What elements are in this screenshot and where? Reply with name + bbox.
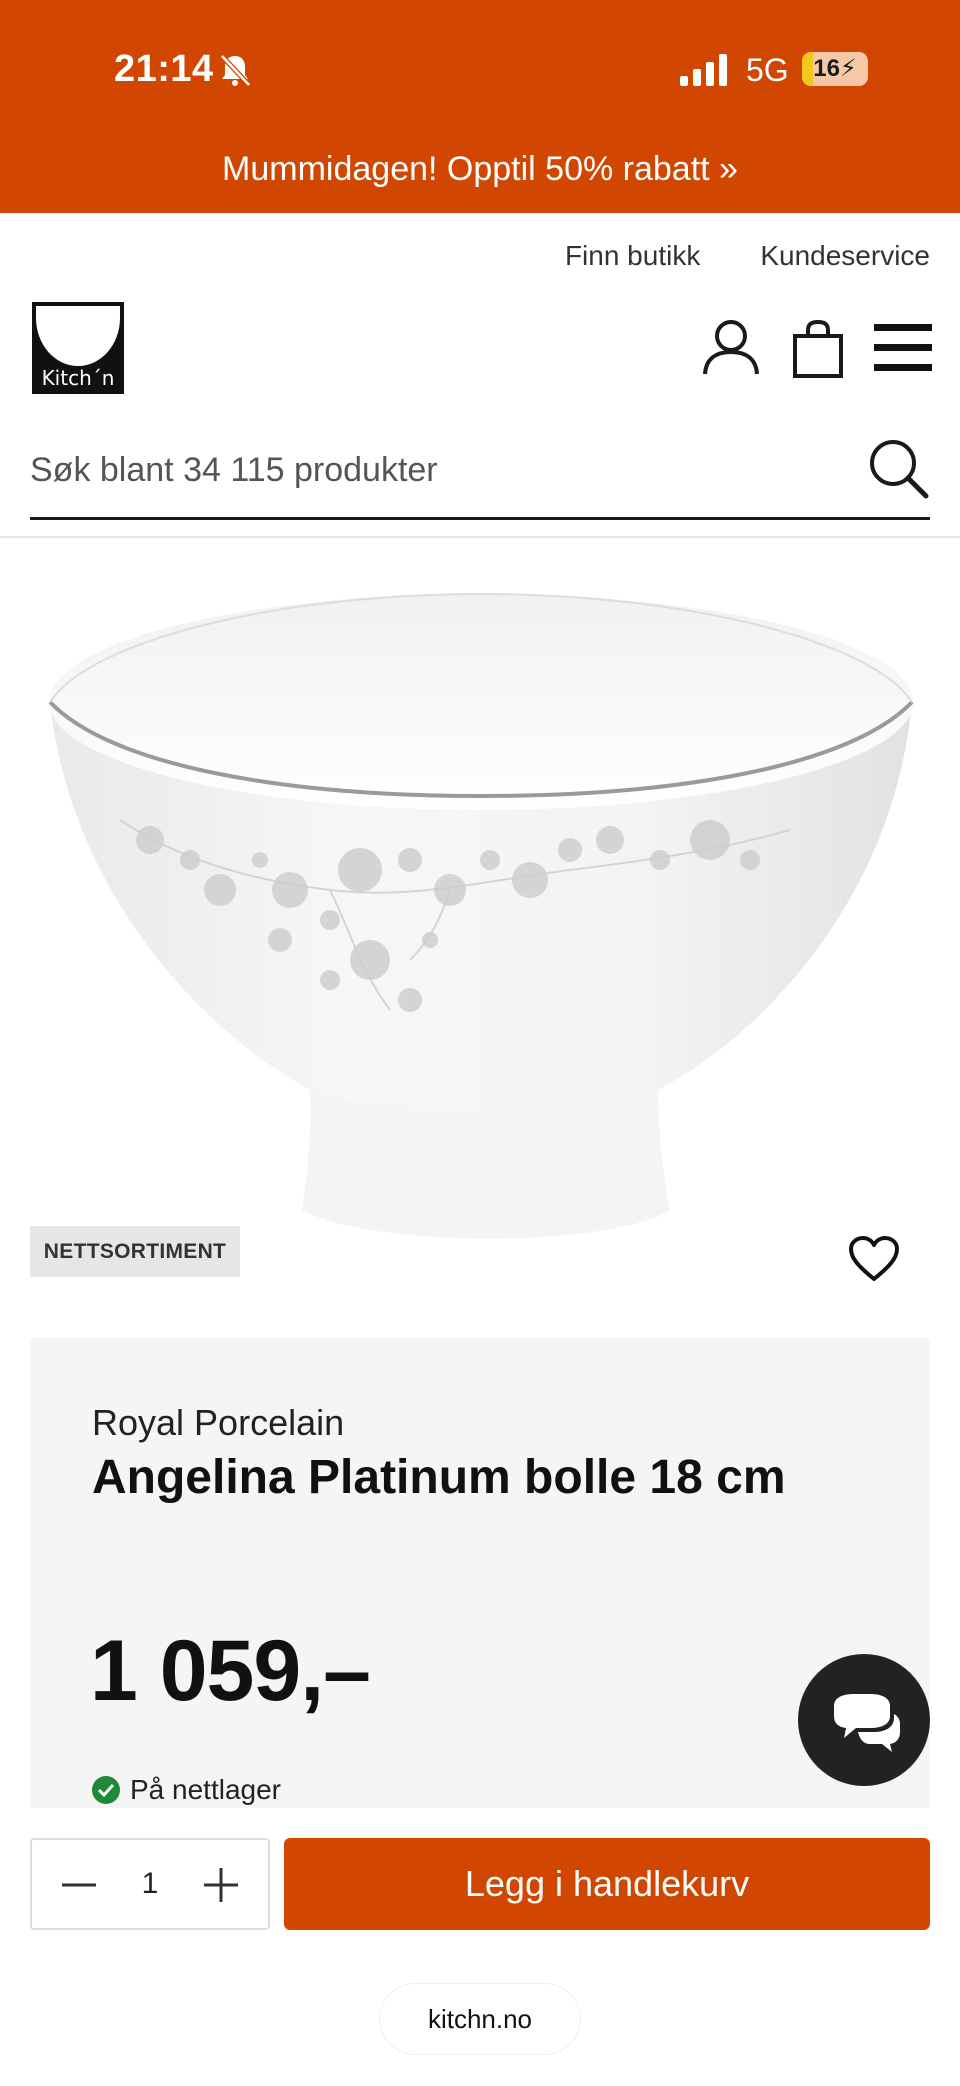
battery-charging-icon: 16⚡ [802, 52, 868, 86]
product-price: 1 059,– [90, 1623, 371, 1719]
status-time: 21:14 [114, 48, 214, 90]
signal-icon [680, 54, 727, 86]
heart-icon[interactable] [848, 1236, 900, 1282]
chat-bubbles-icon [834, 1694, 900, 1752]
quantity-stepper: 1 [30, 1838, 270, 1930]
stock-text: På nettlager [130, 1774, 281, 1805]
product-title: Angelina Platinum bolle 18 cm [92, 1451, 786, 1504]
product-info-panel: Royal Porcelain Angelina Platinum bolle … [30, 1338, 930, 1808]
add-to-cart-button[interactable]: Legg i handlekurv [284, 1838, 930, 1930]
browser-url-pill[interactable]: kitchn.no [380, 1984, 580, 2054]
bolt-icon: ⚡ [839, 55, 857, 82]
top-banner: 21:14 5G 16⚡ Mummidagen! Opptil 50% raba… [0, 0, 960, 213]
search-input[interactable] [30, 430, 850, 510]
chat-button[interactable] [798, 1654, 930, 1786]
logo-text: Kitch´n [41, 366, 115, 390]
search-icon[interactable] [868, 438, 930, 500]
network-type: 5G [746, 52, 789, 88]
plus-icon[interactable] [196, 1860, 246, 1910]
shopping-bag-icon[interactable] [792, 320, 844, 378]
bell-slash-icon [220, 54, 251, 87]
logo-bowl-shape [36, 306, 120, 366]
product-brand[interactable]: Royal Porcelain [92, 1402, 344, 1444]
battery-level: 16 [813, 55, 840, 82]
customer-service-link[interactable]: Kundeservice [760, 240, 930, 272]
check-circle-icon [92, 1776, 120, 1804]
stock-status: På nettlager [92, 1774, 281, 1806]
user-icon[interactable] [702, 318, 760, 376]
kitchn-logo[interactable]: Kitch´n [32, 302, 124, 394]
find-store-link[interactable]: Finn butikk [565, 240, 700, 272]
header-links: Finn butikk Kundeservice [565, 240, 930, 272]
product-badge: NETTSORTIMENT [30, 1226, 240, 1277]
menu-icon[interactable] [874, 322, 932, 374]
promo-banner-link[interactable]: Mummidagen! Opptil 50% rabatt » [0, 150, 960, 189]
product-image[interactable] [30, 560, 930, 1280]
search-bar [30, 430, 930, 520]
header-divider [0, 536, 960, 538]
